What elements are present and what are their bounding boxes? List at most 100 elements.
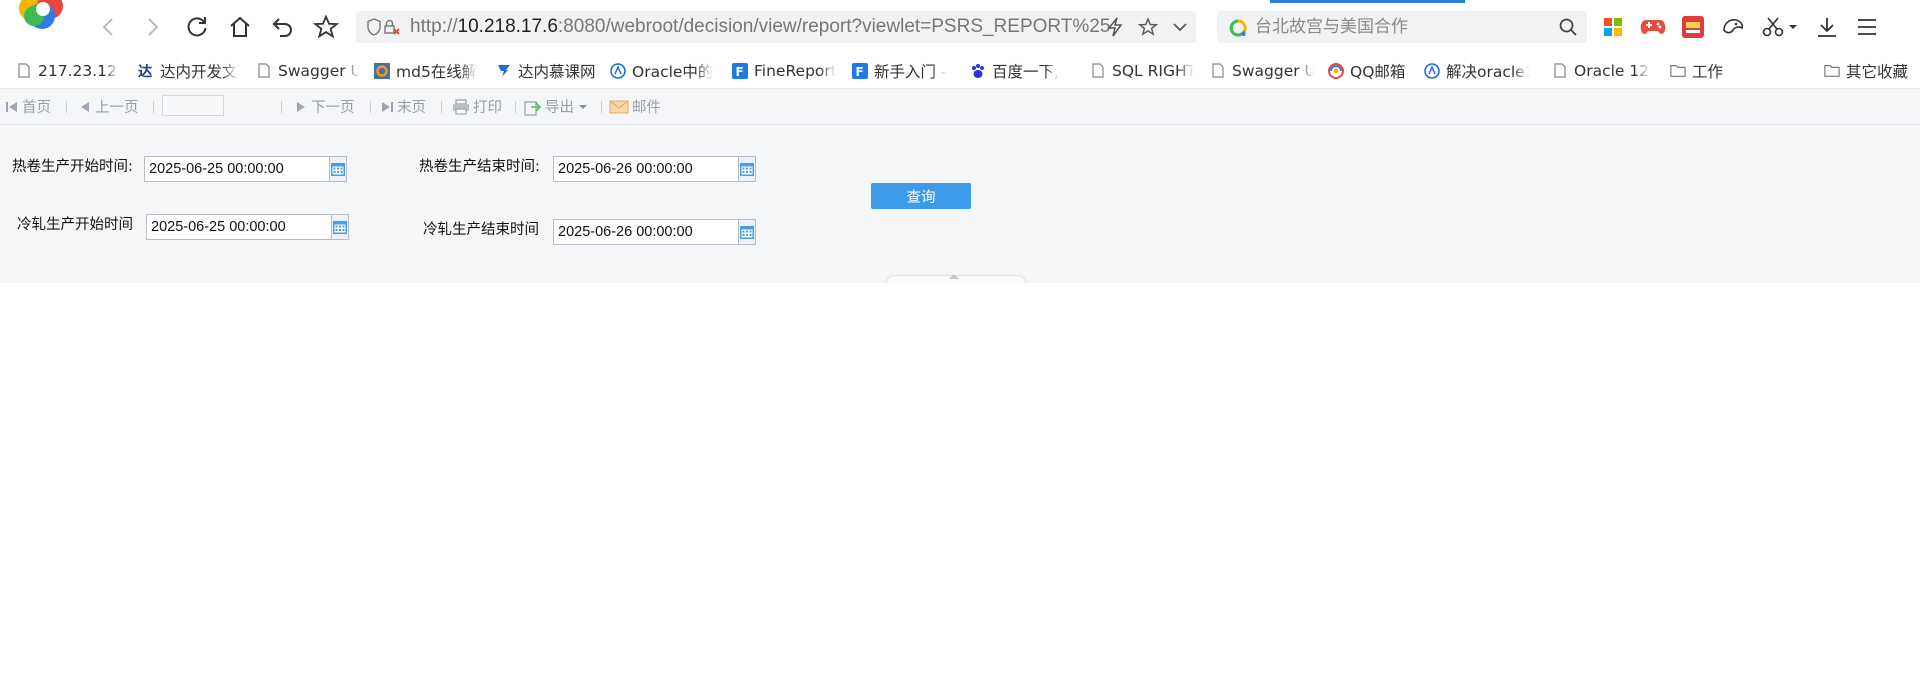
red-app-icon[interactable] <box>1680 14 1706 40</box>
report-content-area <box>0 283 1920 675</box>
prev-page-label: 上一页 <box>95 100 139 116</box>
oracle-icon <box>610 62 626 79</box>
bookmark-item[interactable]: Swagger U <box>256 53 360 88</box>
first-page-label: 首页 <box>22 100 51 116</box>
page-icon <box>1210 63 1226 79</box>
calendar-icon[interactable] <box>738 220 755 244</box>
export-button[interactable]: 导出 <box>524 89 591 124</box>
cold-start-date-input[interactable] <box>147 215 331 239</box>
finereport-icon: F <box>732 62 748 79</box>
mail-button[interactable]: 邮件 <box>609 89 661 124</box>
bookmark-label: Swagger U <box>278 61 360 80</box>
home-icon <box>230 16 250 37</box>
undo-close-tab-button[interactable] <box>268 12 298 42</box>
search-icon[interactable] <box>1559 18 1577 36</box>
hot-end-label: 热卷生产结束时间: <box>419 159 540 175</box>
lightning-icon[interactable] <box>1106 17 1124 37</box>
first-page-button[interactable]: 首页 <box>5 89 51 124</box>
bookmark-label: QQ邮箱 <box>1350 62 1406 81</box>
browser-top-bar: http://10.218.17.6:8080/webroot/decision… <box>0 0 1920 53</box>
address-bar[interactable]: http://10.218.17.6:8080/webroot/decision… <box>356 11 1196 43</box>
toolbar-separator <box>66 101 67 113</box>
bookmark-folder-work[interactable]: 工作 <box>1670 53 1750 88</box>
svg-text:达: 达 <box>138 63 153 79</box>
bookmark-item[interactable]: 解决oracle1 <box>1424 53 1530 88</box>
bookmark-item[interactable]: F FineReport <box>732 53 836 88</box>
qqmail-icon <box>1328 62 1344 79</box>
translate-bird-icon[interactable] <box>1720 14 1746 40</box>
menu-icon[interactable] <box>1854 14 1880 40</box>
bookmark-item[interactable]: QQ邮箱 <box>1328 53 1430 88</box>
hot-start-date-input[interactable] <box>145 157 329 181</box>
browser-logo-icon[interactable] <box>14 0 70 34</box>
page-icon <box>16 63 32 79</box>
chevron-down-icon[interactable] <box>1172 17 1188 37</box>
export-icon <box>524 100 542 116</box>
prev-page-icon <box>81 101 89 112</box>
toolbar-separator <box>153 101 154 113</box>
download-icon[interactable] <box>1814 14 1840 40</box>
chevron-down-icon <box>579 104 587 109</box>
bookmark-item[interactable]: 达 达内开发文 <box>138 53 238 88</box>
bookmark-label: Oracle 12c <box>1574 61 1650 80</box>
page-icon <box>1552 63 1568 79</box>
calendar-icon[interactable] <box>738 157 755 181</box>
bookmark-item[interactable]: F 新手入门 - <box>852 53 952 88</box>
folder-icon <box>1670 63 1686 79</box>
reload-button[interactable] <box>182 12 212 42</box>
oracle-icon <box>1424 62 1440 79</box>
bookmark-item[interactable]: md5在线解 <box>374 53 478 88</box>
bookmark-label: 达内开发文 <box>160 62 238 81</box>
address-url[interactable]: http://10.218.17.6:8080/webroot/decision… <box>410 16 1142 38</box>
cold-start-date-field[interactable] <box>146 214 349 240</box>
prev-page-button[interactable]: 上一页 <box>78 89 139 124</box>
security-warning-icon[interactable] <box>366 18 402 40</box>
forward-button[interactable] <box>137 12 167 42</box>
extension-icons <box>1600 12 1880 42</box>
bookmark-label: 百度一下, <box>992 62 1059 81</box>
bookmark-label: 解决oracle1 <box>1446 62 1530 81</box>
print-button[interactable]: 打印 <box>452 89 502 124</box>
bookmark-label: 工作 <box>1692 62 1724 81</box>
bookmark-label: Swagger U <box>1232 61 1314 80</box>
back-button[interactable] <box>94 12 124 42</box>
first-page-icon <box>6 101 17 112</box>
last-page-button[interactable]: 末页 <box>380 89 426 124</box>
windows-apps-icon[interactable] <box>1600 14 1626 40</box>
forward-arrow-icon <box>148 18 159 36</box>
hot-start-date-field[interactable] <box>144 156 347 182</box>
page-number-input[interactable] <box>162 95 224 116</box>
bookmark-item[interactable]: Swagger U <box>1210 53 1314 88</box>
page-icon <box>256 63 272 79</box>
bookmark-item[interactable]: SQL RIGHT <box>1090 53 1194 88</box>
bookmark-label: 其它收藏 <box>1846 62 1909 81</box>
url-scheme: http:// <box>410 16 458 37</box>
parameter-pane: 热卷生产开始时间: 热卷生产结束时间: 查询 冷轧生产开始时间 冷轧生产结束时间 <box>0 125 1920 283</box>
query-button[interactable]: 查询 <box>871 183 971 209</box>
tarena-icon: 达 <box>138 63 154 79</box>
calendar-icon[interactable] <box>329 157 346 181</box>
home-button[interactable] <box>225 12 255 42</box>
scissors-screenshot-icon[interactable] <box>1760 14 1800 40</box>
calendar-icon[interactable] <box>331 215 348 239</box>
bookmark-folder-other[interactable]: 其它收藏 <box>1824 53 1920 88</box>
bookmark-item[interactable]: 217.23.12.2 <box>16 53 120 88</box>
bookmark-star-button[interactable] <box>311 12 341 42</box>
bookmark-item[interactable]: 达内慕课网 <box>496 53 600 88</box>
cold-end-date-input[interactable] <box>554 220 738 244</box>
bookmark-item[interactable]: Oracle 12c <box>1552 53 1650 88</box>
bookmark-label: 达内慕课网 <box>518 62 596 81</box>
search-box[interactable]: 台北故宫与美国合作 <box>1217 11 1587 43</box>
mooc-icon <box>496 63 512 79</box>
mail-icon <box>609 100 629 113</box>
next-page-button[interactable]: 下一页 <box>294 89 355 124</box>
svg-text:F: F <box>856 65 864 79</box>
hot-end-date-field[interactable] <box>553 156 756 182</box>
bookmark-item[interactable]: Oracle中的 <box>610 53 714 88</box>
favorite-star-icon[interactable] <box>1138 17 1158 37</box>
cold-end-date-field[interactable] <box>553 219 756 245</box>
game-controller-icon[interactable] <box>1640 14 1666 40</box>
toolbar-separator <box>281 101 282 113</box>
bookmark-item[interactable]: 百度一下, <box>970 53 1072 88</box>
hot-end-date-input[interactable] <box>554 157 738 181</box>
